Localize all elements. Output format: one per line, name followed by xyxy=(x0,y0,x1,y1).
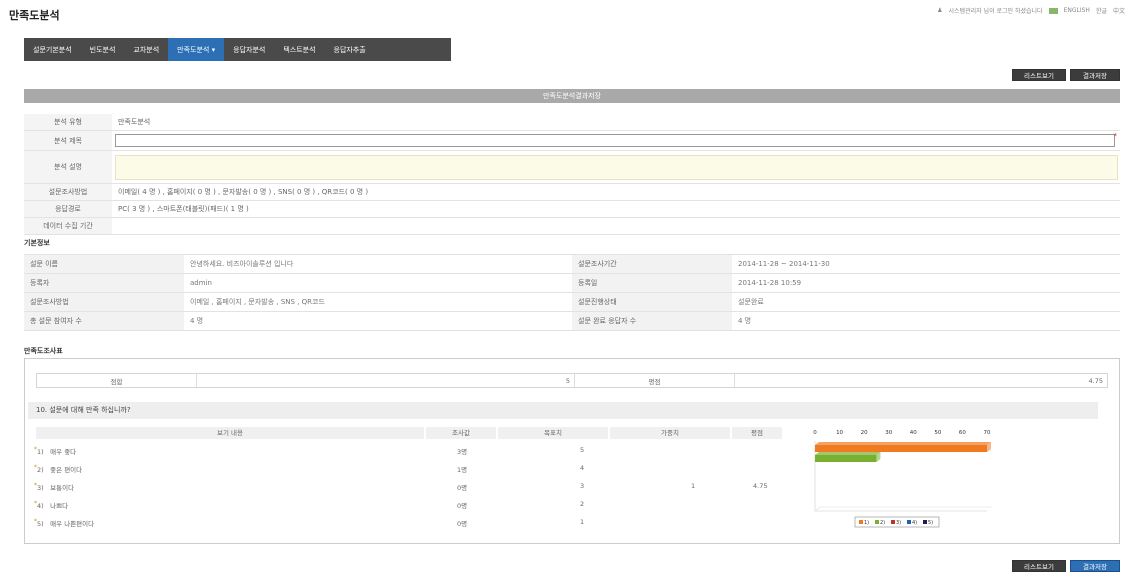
user-icon: ♟ xyxy=(937,7,943,14)
list-view-button[interactable]: 리스트보기 xyxy=(1012,69,1066,81)
form-row-desc: 분석 설명 xyxy=(24,151,1120,184)
save-result-button[interactable]: 결과저장 xyxy=(1070,69,1120,81)
analysis-type-value: 만족도분석 xyxy=(118,118,151,126)
list-item: *1) 매우 좋다 xyxy=(34,446,77,456)
satisfaction-chart: 0 10 20 30 40 50 60 70 1) 2) 3) 4) 5) xyxy=(813,430,992,528)
bar xyxy=(815,445,987,452)
legend-label: 2) xyxy=(880,520,885,526)
basic-info-heading: 기본정보 xyxy=(24,239,50,247)
flag-icon xyxy=(1048,7,1058,14)
form-row-type: 분석 유형 만족도분석 xyxy=(24,114,1120,131)
legend-label: 4) xyxy=(912,520,917,526)
result-panel: 점합 5 평점 4.75 10. 설문에 대해 만족 하십니까? 보기 내용 조… xyxy=(24,358,1120,544)
nav-basic-analysis[interactable]: 설문기본분석 xyxy=(24,38,81,61)
lang-english[interactable]: ENGLISH xyxy=(1064,7,1090,14)
lang-chinese[interactable]: 中文 xyxy=(1113,6,1125,15)
list-item: *4) 나쁘다 xyxy=(34,500,69,510)
main-nav: 설문기본분석 빈도분석 교차분석 만족도분석 ▾ 응답자분석 텍스트분석 응답자… xyxy=(24,38,451,61)
list-item: *3) 보통이다 xyxy=(34,482,75,492)
lang-korean[interactable]: 한글 xyxy=(1096,6,1107,15)
table-row: 등록자 admin 등록일 2014-11-28 10:59 xyxy=(24,274,1120,293)
x-tick-label: 70 xyxy=(984,430,991,436)
list-item: *5) 매우 나쁜편이다 xyxy=(34,518,95,528)
legend-swatch xyxy=(907,520,911,524)
list-view-button-bottom[interactable]: 리스트보기 xyxy=(1012,560,1066,572)
top-utility-bar: ♟ 시스템관리자 님이 로그인 하셨습니다 ENGLISH 한글 中文 xyxy=(937,6,1125,15)
form-row-subject: 분석 제목 * xyxy=(24,131,1120,151)
legend-label: 5) xyxy=(928,520,933,526)
section-band: 만족도분석결과저장 xyxy=(24,89,1120,103)
legend-swatch xyxy=(859,520,863,524)
legend-swatch xyxy=(875,520,879,524)
x-tick-label: 40 xyxy=(910,430,917,436)
required-mark: * xyxy=(1113,132,1118,140)
form-row-route: 응답경로 PC( 3 명 ) , 스마트폰(태블릿)(패드)( 1 명 ) xyxy=(24,201,1120,218)
summary-row: 점합 5 평점 4.75 xyxy=(36,373,1108,388)
nav-frequency-analysis[interactable]: 빈도분석 xyxy=(81,38,125,61)
x-tick-label: 10 xyxy=(836,430,843,436)
x-tick-label: 60 xyxy=(959,430,966,436)
form-row-method: 설문조사방법 이메일( 4 명 ) , 홈페이지( 0 명 ) , 문자발송( … xyxy=(24,184,1120,201)
nav-satisfaction-analysis[interactable]: 만족도분석 ▾ xyxy=(168,38,225,61)
login-message: 시스템관리자 님이 로그인 하셨습니다 xyxy=(948,8,1043,15)
x-tick-label: 0 xyxy=(813,430,817,436)
save-result-button-bottom[interactable]: 결과저장 xyxy=(1070,560,1120,572)
legend-swatch xyxy=(891,520,895,524)
analysis-desc-textarea[interactable] xyxy=(115,155,1118,180)
nav-respondent-analysis[interactable]: 응답자분석 xyxy=(224,38,274,61)
bar xyxy=(815,455,877,462)
legend-label: 3) xyxy=(896,520,901,526)
table-row: 총 설문 참여자 수4 명 설문 완료 응답자 수4 명 xyxy=(24,312,1120,331)
x-tick-label: 30 xyxy=(885,430,892,436)
question-title: 10. 설문에 대해 만족 하십니까? xyxy=(28,402,1098,419)
bar-top xyxy=(815,452,881,455)
satisfaction-heading: 만족도조사표 xyxy=(24,347,63,355)
nav-respondent-extract[interactable]: 응답자추출 xyxy=(325,38,375,61)
table-row: 설문조사방법 이메일 , 홈페이지 , 문자발송 , SNS , QR코드 설문진… xyxy=(24,293,1120,312)
legend-swatch xyxy=(923,520,927,524)
bar-top xyxy=(815,442,991,445)
nav-cross-analysis[interactable]: 교차분석 xyxy=(124,38,168,61)
x-tick-label: 50 xyxy=(934,430,941,436)
basic-info-table: 설문 이름 안녕하세요. 비즈아이솔루션 입니다 설문조사기간 2014-11-28… xyxy=(24,254,1120,331)
page-title: 만족도분석 xyxy=(9,9,60,22)
plot-floor xyxy=(814,506,992,512)
x-tick-label: 20 xyxy=(861,430,868,436)
analysis-subject-input[interactable] xyxy=(115,134,1115,147)
list-item: *2) 좋은 편이다 xyxy=(34,464,83,474)
form-row-period: 데이터 수집 기간 xyxy=(24,218,1120,235)
legend-label: 1) xyxy=(864,520,869,526)
nav-text-analysis[interactable]: 텍스트분석 xyxy=(274,38,324,61)
table-row: 설문 이름 안녕하세요. 비즈아이솔루션 입니다 설문조사기간 2014-11-28… xyxy=(24,255,1120,274)
